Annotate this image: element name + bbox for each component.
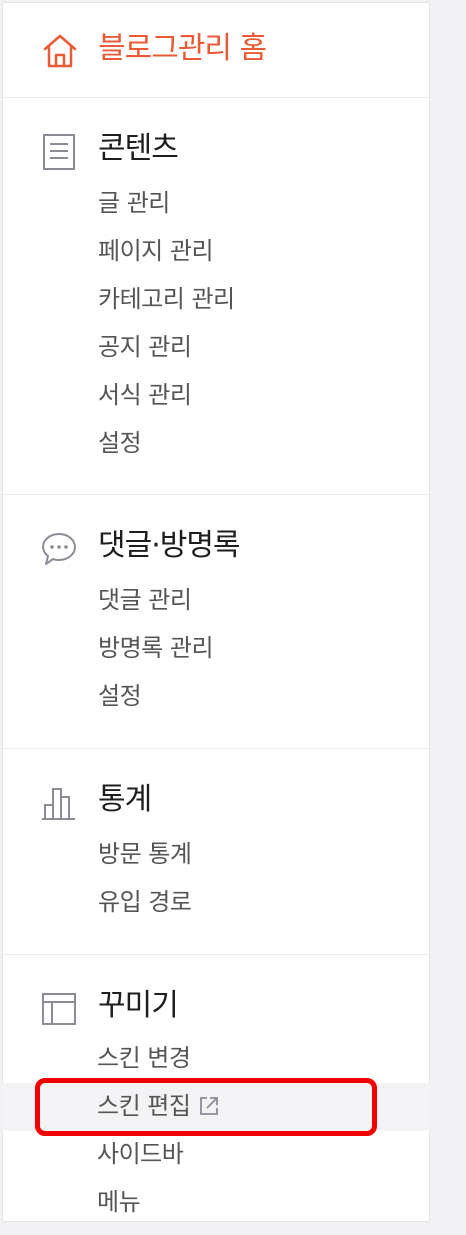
menu-item-category-manage[interactable]: 카테고리 관리 [98,279,235,319]
section-title-content: 콘텐츠 [98,131,179,166]
menu-item-referrer[interactable]: 유입 경로 [98,882,192,922]
home-label: 블로그관리 홈 [98,31,267,66]
blog-admin-sidebar: 블로그관리 홈 콘텐츠 글 관리 페이지 관리 카테고리 관리 공지 관리 서식… [2,2,430,1222]
section-stats: 통계 방문 통계 유입 경로 [3,749,429,955]
menu-item-post-manage[interactable]: 글 관리 [98,183,170,223]
highlight-box [35,1078,377,1136]
blog-admin-home-link[interactable]: 블로그관리 홈 [3,3,429,98]
section-title-design: 꾸미기 [98,988,179,1023]
menu-item-content-settings[interactable]: 설정 [98,423,142,463]
section-title-stats: 통계 [98,782,152,817]
document-icon [43,134,75,170]
menu-item-comment-manage[interactable]: 댓글 관리 [98,580,192,620]
menu-item-comment-settings[interactable]: 설정 [98,676,142,716]
menu-item-page-manage[interactable]: 페이지 관리 [98,231,214,271]
menu-item-template-manage[interactable]: 서식 관리 [98,375,192,415]
menu-item-notice-manage[interactable]: 공지 관리 [98,327,192,367]
menu-item-skin-change[interactable]: 스킨 변경 [97,1038,191,1078]
menu-item-menu[interactable]: 메뉴 [97,1182,141,1222]
section-title-comments: 댓글·방명록 [98,528,241,563]
home-icon [43,34,77,68]
menu-item-sidebar[interactable]: 사이드바 [97,1134,184,1174]
bar-chart-icon [42,788,75,820]
speech-bubble-icon [42,533,76,565]
layout-icon [42,993,76,1025]
menu-item-guestbook-manage[interactable]: 방명록 관리 [98,628,214,668]
menu-item-visit-stats[interactable]: 방문 통계 [98,834,192,874]
section-comments: 댓글·방명록 댓글 관리 방명록 관리 설정 [3,495,429,749]
section-content: 콘텐츠 글 관리 페이지 관리 카테고리 관리 공지 관리 서식 관리 설정 [3,98,429,495]
